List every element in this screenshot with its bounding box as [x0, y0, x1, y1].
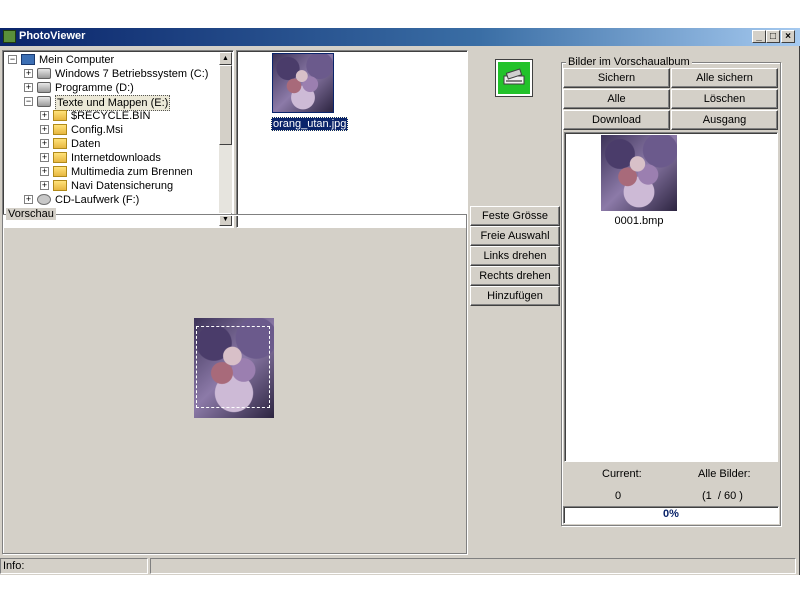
preview-title: Vorschau	[6, 208, 56, 220]
tree-scrollbar[interactable]: ▲ ▼	[219, 52, 232, 226]
orang-utan-thumbnail-image	[272, 53, 334, 113]
title-bar[interactable]: PhotoViewer _ □ ×	[0, 28, 800, 46]
expand-icon[interactable]: +	[24, 195, 33, 204]
tree-item[interactable]: + CD-Laufwerk (F:)	[5, 193, 217, 207]
progress-text: 0%	[663, 508, 679, 520]
download-button[interactable]: Download	[563, 110, 670, 130]
collapse-icon[interactable]: −	[24, 97, 33, 106]
progress-bar: 0%	[563, 506, 779, 524]
tree-item-label: Mein Computer	[39, 54, 115, 66]
tree-item[interactable]: − Mein Computer	[5, 53, 217, 67]
minimize-button[interactable]: _	[752, 30, 766, 43]
rotate-right-button[interactable]: Rechts drehen	[470, 266, 560, 286]
cd-icon	[37, 194, 51, 205]
scanner-icon	[503, 68, 525, 85]
album-title: Bilder im Vorschaualbum	[566, 56, 692, 68]
file-thumbnail[interactable]: orang_utan.jpg	[271, 53, 349, 131]
close-button[interactable]: ×	[781, 30, 795, 43]
folder-tree-panel: − Mein Computer + Windows 7 Betriebssystem …	[2, 50, 234, 228]
computer-icon	[21, 54, 35, 65]
folder-icon	[53, 124, 67, 135]
tree-item[interactable]: + $RECYCLE.BIN	[5, 109, 217, 123]
scanner-button[interactable]	[496, 60, 532, 96]
tree-item-label: Navi Datensicherung	[71, 180, 174, 192]
album-item-name: 0001.bmp	[614, 215, 664, 227]
tree-item-label: Config.Msi	[71, 124, 123, 136]
tree-item-label: $RECYCLE.BIN	[71, 110, 151, 122]
folder-icon	[53, 110, 67, 121]
expand-icon[interactable]: +	[24, 83, 33, 92]
folder-tree[interactable]: − Mein Computer + Windows 7 Betriebssystem …	[5, 53, 233, 207]
drive-icon	[37, 68, 51, 79]
save-all-button[interactable]: Alle sichern	[671, 68, 778, 88]
tree-item-label: Windows 7 Betriebssystem (C:)	[55, 68, 209, 80]
tree-item-label: CD-Laufwerk (F:)	[55, 194, 140, 206]
tree-item[interactable]: + Daten	[5, 137, 217, 151]
tree-item-label: Internetdownloads	[71, 152, 161, 164]
all-images-label: Alle Bilder:	[698, 468, 751, 480]
window-title: PhotoViewer	[19, 30, 86, 42]
all-images-value: (1 / 60 )	[702, 490, 743, 502]
expand-icon[interactable]: +	[40, 111, 49, 120]
status-panel	[150, 558, 796, 574]
album-list[interactable]: 0001.bmp	[564, 132, 778, 462]
expand-icon[interactable]: +	[24, 69, 33, 78]
rotate-left-button[interactable]: Links drehen	[470, 246, 560, 266]
select-all-button[interactable]: Alle	[563, 89, 670, 109]
tree-item[interactable]: + Multimedia zum Brennen	[5, 165, 217, 179]
tree-item[interactable]: − Texte und Mappen (E:)	[5, 95, 217, 111]
expand-icon[interactable]: +	[40, 125, 49, 134]
photoviewer-window: PhotoViewer _ □ × − Mein Computer + Windows…	[0, 28, 800, 575]
folder-icon	[53, 166, 67, 177]
selection-rectangle[interactable]	[196, 326, 270, 408]
scroll-thumb[interactable]	[219, 65, 232, 145]
tree-item[interactable]: + Internetdownloads	[5, 151, 217, 165]
current-value: 0	[615, 490, 622, 502]
tree-item[interactable]: + Windows 7 Betriebssystem (C:)	[5, 67, 217, 81]
tree-item[interactable]: + Navi Datensicherung	[5, 179, 217, 193]
expand-icon[interactable]: +	[40, 167, 49, 176]
add-button[interactable]: Hinzufügen	[470, 286, 560, 306]
expand-icon[interactable]: +	[40, 153, 49, 162]
tree-item-label: Daten	[71, 138, 101, 150]
delete-button[interactable]: Löschen	[671, 89, 778, 109]
current-label: Current:	[602, 468, 642, 480]
fixed-size-button[interactable]: Feste Grösse	[470, 206, 560, 226]
maximize-button[interactable]: □	[766, 30, 780, 43]
tree-item-label: Programme (D:)	[55, 82, 134, 94]
status-info: Info:	[0, 558, 148, 574]
album-item-image	[601, 135, 677, 211]
scroll-up-arrow-icon[interactable]: ▲	[219, 52, 232, 65]
status-info-label: Info:	[3, 560, 25, 572]
folder-icon	[53, 152, 67, 163]
folder-icon	[53, 180, 67, 191]
tree-item[interactable]: + Programme (D:)	[5, 81, 217, 95]
drive-icon	[37, 82, 51, 93]
file-list-panel: orang_utan.jpg	[236, 50, 468, 228]
album-item[interactable]: 0001.bmp	[601, 135, 681, 227]
folder-icon	[53, 138, 67, 149]
file-name-label: orang_utan.jpg	[271, 117, 349, 131]
drive-icon	[37, 96, 51, 107]
app-icon	[3, 30, 16, 43]
save-button[interactable]: Sichern	[563, 68, 670, 88]
tree-item[interactable]: + Config.Msi	[5, 123, 217, 137]
free-select-button[interactable]: Freie Auswahl	[470, 226, 560, 246]
preview-image-area[interactable]	[194, 318, 274, 418]
expand-icon[interactable]: +	[40, 181, 49, 190]
exit-button[interactable]: Ausgang	[671, 110, 778, 130]
expand-icon[interactable]: +	[40, 139, 49, 148]
tree-item-label: Multimedia zum Brennen	[71, 166, 193, 178]
collapse-icon[interactable]: −	[8, 55, 17, 64]
